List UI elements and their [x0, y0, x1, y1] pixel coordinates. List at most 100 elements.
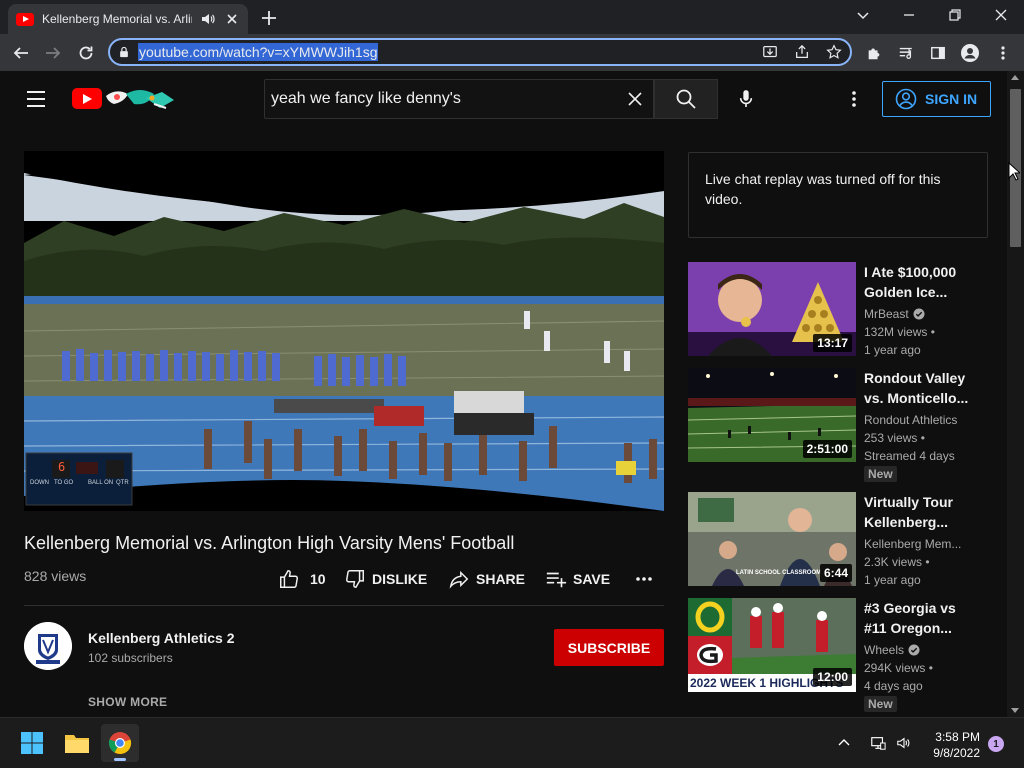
- like-button[interactable]: 10: [278, 567, 326, 591]
- new-tab-icon[interactable]: [258, 7, 280, 29]
- subscribe-button[interactable]: SUBSCRIBE: [554, 629, 664, 666]
- video-title: Kellenberg Memorial vs. Arlington High V…: [24, 533, 515, 553]
- channel-avatar[interactable]: [24, 622, 72, 670]
- chrome-menu-icon[interactable]: [990, 40, 1016, 66]
- video-channel[interactable]: Rondout Athletics: [864, 413, 984, 427]
- install-app-icon[interactable]: [762, 44, 778, 60]
- video-channel[interactable]: Wheels: [864, 643, 984, 657]
- youtube-logo-icon[interactable]: [72, 88, 102, 109]
- video-age: Streamed 4 days: [864, 449, 955, 463]
- video-duration: 6:44: [819, 564, 852, 582]
- playlist-add-icon: [545, 568, 567, 590]
- profile-icon[interactable]: [957, 40, 983, 66]
- voice-search-button[interactable]: [730, 83, 762, 115]
- media-controls-icon[interactable]: [893, 40, 919, 66]
- tab-search-chevron-icon[interactable]: [848, 4, 878, 26]
- recommended-video[interactable]: LATIN SCHOOL CLASSROOM 6:44 Virtually To…: [688, 492, 988, 592]
- video-thumbnail[interactable]: 2022 WEEK 1 HIGHLIGHTS 12:00: [688, 598, 856, 692]
- side-panel-icon[interactable]: [925, 40, 951, 66]
- microphone-icon: [738, 88, 754, 110]
- video-title[interactable]: Rondout Valley vs. Monticello...: [864, 368, 976, 408]
- video-channel[interactable]: MrBeast: [864, 307, 984, 321]
- save-button[interactable]: SAVE: [545, 567, 610, 591]
- search-button[interactable]: [654, 79, 718, 119]
- recommended-video[interactable]: 2022 WEEK 1 HIGHLIGHTS 12:00 #3 Georgia …: [688, 598, 988, 712]
- share-button[interactable]: SHARE: [448, 567, 525, 591]
- video-duration: 13:17: [813, 334, 852, 352]
- show-more-button[interactable]: SHOW MORE: [88, 695, 167, 709]
- video-channel[interactable]: Kellenberg Mem...: [864, 537, 984, 551]
- thumbs-down-icon: [344, 568, 366, 590]
- video-views: 132M views •: [864, 325, 935, 339]
- sign-in-label: SIGN IN: [925, 91, 978, 107]
- video-title[interactable]: Virtually Tour Kellenberg...: [864, 492, 976, 532]
- scroll-down-arrow-icon[interactable]: [1011, 708, 1019, 713]
- browser-tab[interactable]: Kellenberg Memorial vs. Arlin: [8, 4, 248, 34]
- video-duration: 2:51:00: [802, 440, 852, 458]
- file-explorer-icon[interactable]: [58, 724, 96, 762]
- video-age: 1 year ago: [864, 343, 921, 357]
- reload-icon[interactable]: [73, 40, 99, 66]
- clear-search-icon[interactable]: [617, 81, 653, 117]
- youtube-favicon-icon: [16, 12, 34, 26]
- sign-in-button[interactable]: SIGN IN: [882, 81, 991, 117]
- tab-close-icon[interactable]: [224, 11, 240, 27]
- search-box[interactable]: yeah we fancy like denny's: [264, 79, 654, 119]
- address-bar[interactable]: youtube.com/watch?v=xYMWWJih1sg: [108, 38, 852, 66]
- settings-more-icon[interactable]: [842, 87, 866, 111]
- video-title[interactable]: #3 Georgia vs #11 Oregon...: [864, 598, 976, 638]
- like-count: 10: [310, 571, 326, 587]
- new-badge: New: [864, 696, 897, 712]
- video-player[interactable]: 6 DOWN TO GO BALL ON QTR: [24, 151, 664, 511]
- video-frame: [24, 151, 664, 511]
- show-hidden-icons-chevron-icon[interactable]: [832, 724, 856, 762]
- hamburger-menu-icon[interactable]: [24, 89, 48, 109]
- speaker-icon[interactable]: [200, 11, 216, 27]
- recommended-video[interactable]: 2:51:00 Rondout Valley vs. Monticello...…: [688, 368, 988, 482]
- dislike-button[interactable]: DISLIKE: [344, 567, 427, 591]
- window-close-icon[interactable]: [986, 4, 1016, 26]
- volume-icon[interactable]: [892, 724, 916, 762]
- more-actions-icon[interactable]: [634, 567, 654, 591]
- windows-start-icon[interactable]: [13, 724, 51, 762]
- channel-name: Rondout Athletics: [864, 413, 958, 427]
- share-page-icon[interactable]: [794, 44, 810, 60]
- scroll-up-arrow-icon[interactable]: [1011, 75, 1019, 80]
- share-label: SHARE: [476, 571, 526, 587]
- video-age: 1 year ago: [864, 573, 921, 587]
- forward-arrow-icon[interactable]: [40, 40, 66, 66]
- notification-badge[interactable]: 1: [988, 736, 1004, 752]
- back-arrow-icon[interactable]: [8, 40, 34, 66]
- dislike-label: DISLIKE: [372, 571, 428, 587]
- url-text: youtube.com/watch?v=xYMWWJih1sg: [138, 43, 379, 61]
- youtube-doodle-logo[interactable]: [104, 86, 178, 112]
- video-views: 294K views •: [864, 661, 933, 675]
- channel-name[interactable]: Kellenberg Athletics 2: [88, 630, 235, 646]
- scoreboard-home-score: 6: [58, 460, 66, 474]
- search-input[interactable]: yeah we fancy like denny's: [271, 90, 617, 108]
- windows-taskbar: 3:58 PM 9/8/2022 1: [0, 717, 1024, 768]
- video-title[interactable]: I Ate $100,000 Golden Ice...: [864, 262, 976, 302]
- clock-time: 3:58 PM: [935, 730, 980, 744]
- video-thumbnail[interactable]: LATIN SCHOOL CLASSROOM 6:44: [688, 492, 856, 586]
- live-chat-message: Live chat replay was turned off for this…: [705, 171, 941, 207]
- extensions-puzzle-icon[interactable]: [861, 40, 887, 66]
- video-thumbnail[interactable]: 2:51:00: [688, 368, 856, 462]
- recommended-video[interactable]: 13:17 I Ate $100,000 Golden Ice... MrBea…: [688, 262, 988, 362]
- video-thumbnail[interactable]: 13:17: [688, 262, 856, 356]
- clock-date: 9/8/2022: [933, 746, 980, 760]
- network-icon[interactable]: [866, 724, 890, 762]
- thumbnail-caption: LATIN SCHOOL CLASSROOM: [736, 570, 822, 576]
- bookmark-star-icon[interactable]: [826, 44, 842, 60]
- browser-tab-strip: Kellenberg Memorial vs. Arlin: [0, 0, 1024, 34]
- lock-icon[interactable]: [118, 46, 130, 58]
- restore-icon[interactable]: [940, 4, 970, 26]
- minimize-icon[interactable]: [894, 4, 924, 26]
- chrome-taskbar-icon[interactable]: [101, 724, 139, 762]
- taskbar-clock[interactable]: 3:58 PM 9/8/2022: [920, 729, 980, 761]
- live-chat-notice: Live chat replay was turned off for this…: [688, 152, 988, 238]
- scoreboard-to-go-label: TO GO: [54, 480, 74, 486]
- youtube-header: yeah we fancy like denny's SIGN IN: [0, 71, 1007, 127]
- view-count: 828 views: [24, 568, 87, 584]
- video-views: 253 views •: [864, 431, 925, 445]
